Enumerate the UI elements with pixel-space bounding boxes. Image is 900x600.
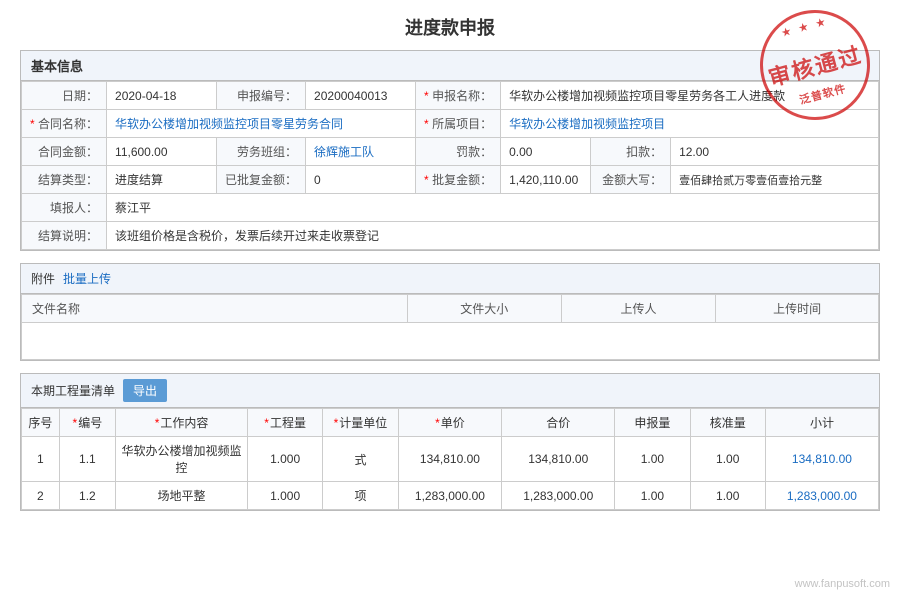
col-seq: 序号	[22, 409, 60, 437]
cell-4: 项	[323, 482, 398, 510]
cell-8: 1.00	[690, 437, 765, 482]
attach-header: 附件 批量上传	[21, 264, 879, 294]
contract-amount-value: 11,600.00	[107, 138, 217, 166]
table-row: 合同金额： 11,600.00 劳务班组： 徐辉施工队 罚款： 0.00 扣款：…	[22, 138, 879, 166]
cell-2: 场地平整	[116, 482, 248, 510]
col-code: *编号	[59, 409, 115, 437]
deduction-value: 12.00	[671, 138, 879, 166]
contract-label: 合同名称：	[22, 110, 107, 138]
cell-1: 1.1	[59, 437, 115, 482]
cell-9: 1,283,000.00	[765, 482, 878, 510]
app-no-label: 申报编号：	[217, 82, 306, 110]
col-amount: *工程量	[247, 409, 322, 437]
approved-amount-label: 已批复金额：	[217, 166, 306, 194]
col-total-price: 合价	[502, 409, 615, 437]
remark-label: 结算说明：	[22, 222, 107, 250]
table-row: 结算说明： 该班组价格是含税价，发票后续开过来走收票登记	[22, 222, 879, 250]
basic-info-table: 日期： 2020-04-18 申报编号： 20200040013 申报名称： 华…	[21, 81, 879, 250]
cell-4: 式	[323, 437, 398, 482]
deduction-label: 扣款：	[591, 138, 671, 166]
penalty-label: 罚款：	[416, 138, 501, 166]
cell-7: 1.00	[615, 437, 690, 482]
filler-label: 填报人：	[22, 194, 107, 222]
attach-label: 附件	[31, 270, 55, 287]
date-value: 2020-04-18	[107, 82, 217, 110]
cell-7: 1.00	[615, 482, 690, 510]
project-label: 所属项目：	[416, 110, 501, 138]
watermark: www.fanpusoft.com	[795, 578, 890, 590]
eng-header: 本期工程量清单 导出	[21, 374, 879, 408]
table-row: 填报人： 蔡江平	[22, 194, 879, 222]
col-content: *工作内容	[116, 409, 248, 437]
date-label: 日期：	[22, 82, 107, 110]
col-filesize: 文件大小	[407, 295, 561, 323]
remark-value: 该班组价格是含税价，发票后续开过来走收票登记	[107, 222, 879, 250]
cell-9: 134,810.00	[765, 437, 878, 482]
table-row: 合同名称： 华软办公楼增加视频监控项目零星劳务合同 所属项目： 华软办公楼增加视…	[22, 110, 879, 138]
contract-link[interactable]: 华软办公楼增加视频监控项目零星劳务合同	[115, 117, 343, 131]
approved-amount-value: 0	[306, 166, 416, 194]
labor-group-label: 劳务班组：	[217, 138, 306, 166]
table-row: 11.1华软办公楼增加视频监控1.000式134,810.00134,810.0…	[22, 437, 879, 482]
labor-group-link[interactable]: 徐辉施工队	[314, 145, 374, 159]
contract-value: 华软办公楼增加视频监控项目零星劳务合同	[107, 110, 416, 138]
col-subtotal: 小计	[765, 409, 878, 437]
table-row: 日期： 2020-04-18 申报编号： 20200040013 申报名称： 华…	[22, 82, 879, 110]
table-row: 21.2场地平整1.000项1,283,000.001,283,000.001.…	[22, 482, 879, 510]
cell-0: 2	[22, 482, 60, 510]
contract-amount-label: 合同金额：	[22, 138, 107, 166]
batch-amount-value: 1,420,110.00	[501, 166, 591, 194]
cell-5: 134,810.00	[398, 437, 502, 482]
cell-6: 134,810.00	[502, 437, 615, 482]
col-uploader: 上传人	[561, 295, 715, 323]
cell-6: 1,283,000.00	[502, 482, 615, 510]
basic-info-section: 基本信息 日期： 2020-04-18 申报编号： 20200040013 申报…	[20, 50, 880, 251]
col-declared: 申报量	[615, 409, 690, 437]
stamp-text: 审核通过	[764, 37, 865, 93]
labor-group-value: 徐辉施工队	[306, 138, 416, 166]
cell-1: 1.2	[59, 482, 115, 510]
filler-value: 蔡江平	[107, 194, 879, 222]
eng-label: 本期工程量清单	[31, 382, 115, 399]
engineering-table: 序号 *编号 *工作内容 *工程量 *计量单位 *单价 合价 申报量 核准量 小…	[21, 408, 879, 510]
table-row: 结算类型： 进度结算 已批复金额： 0 批复金额： 1,420,110.00 金…	[22, 166, 879, 194]
penalty-value: 0.00	[501, 138, 591, 166]
amount-cn-value: 壹佰肆拾贰万零壹佰壹拾元整	[671, 166, 879, 194]
app-name-label: 申报名称：	[416, 82, 501, 110]
eng-header-row: 序号 *编号 *工作内容 *工程量 *计量单位 *单价 合价 申报量 核准量 小…	[22, 409, 879, 437]
cell-3: 1.000	[247, 482, 322, 510]
cell-5: 1,283,000.00	[398, 482, 502, 510]
stamp-circle: 审核通过	[748, 0, 883, 132]
attach-table: 文件名称 文件大小 上传人 上传时间	[21, 294, 879, 360]
cell-0: 1	[22, 437, 60, 482]
attachment-section: 附件 批量上传 文件名称 文件大小 上传人 上传时间	[20, 263, 880, 361]
export-button[interactable]: 导出	[123, 379, 167, 402]
col-upload-time: 上传时间	[716, 295, 879, 323]
project-link[interactable]: 华软办公楼增加视频监控项目	[509, 117, 665, 131]
amount-cn-label: 金额大写：	[591, 166, 671, 194]
cell-2: 华软办公楼增加视频监控	[116, 437, 248, 482]
settle-type-label: 结算类型：	[22, 166, 107, 194]
approval-stamp: 审核通过	[760, 10, 870, 120]
col-unit-price: *单价	[398, 409, 502, 437]
attach-empty-row	[22, 323, 879, 360]
batch-amount-label: 批复金额：	[416, 166, 501, 194]
basic-info-header: 基本信息	[21, 51, 879, 81]
batch-upload-button[interactable]: 批量上传	[63, 270, 111, 287]
engineering-section: 本期工程量清单 导出 序号 *编号 *工作内容 *工程量 *计量单位 *单价 合…	[20, 373, 880, 511]
settle-type-value: 进度结算	[107, 166, 217, 194]
cell-3: 1.000	[247, 437, 322, 482]
cell-8: 1.00	[690, 482, 765, 510]
attach-header-row: 文件名称 文件大小 上传人 上传时间	[22, 295, 879, 323]
app-no-value: 20200040013	[306, 82, 416, 110]
col-filename: 文件名称	[22, 295, 408, 323]
col-approved: 核准量	[690, 409, 765, 437]
col-unit: *计量单位	[323, 409, 398, 437]
